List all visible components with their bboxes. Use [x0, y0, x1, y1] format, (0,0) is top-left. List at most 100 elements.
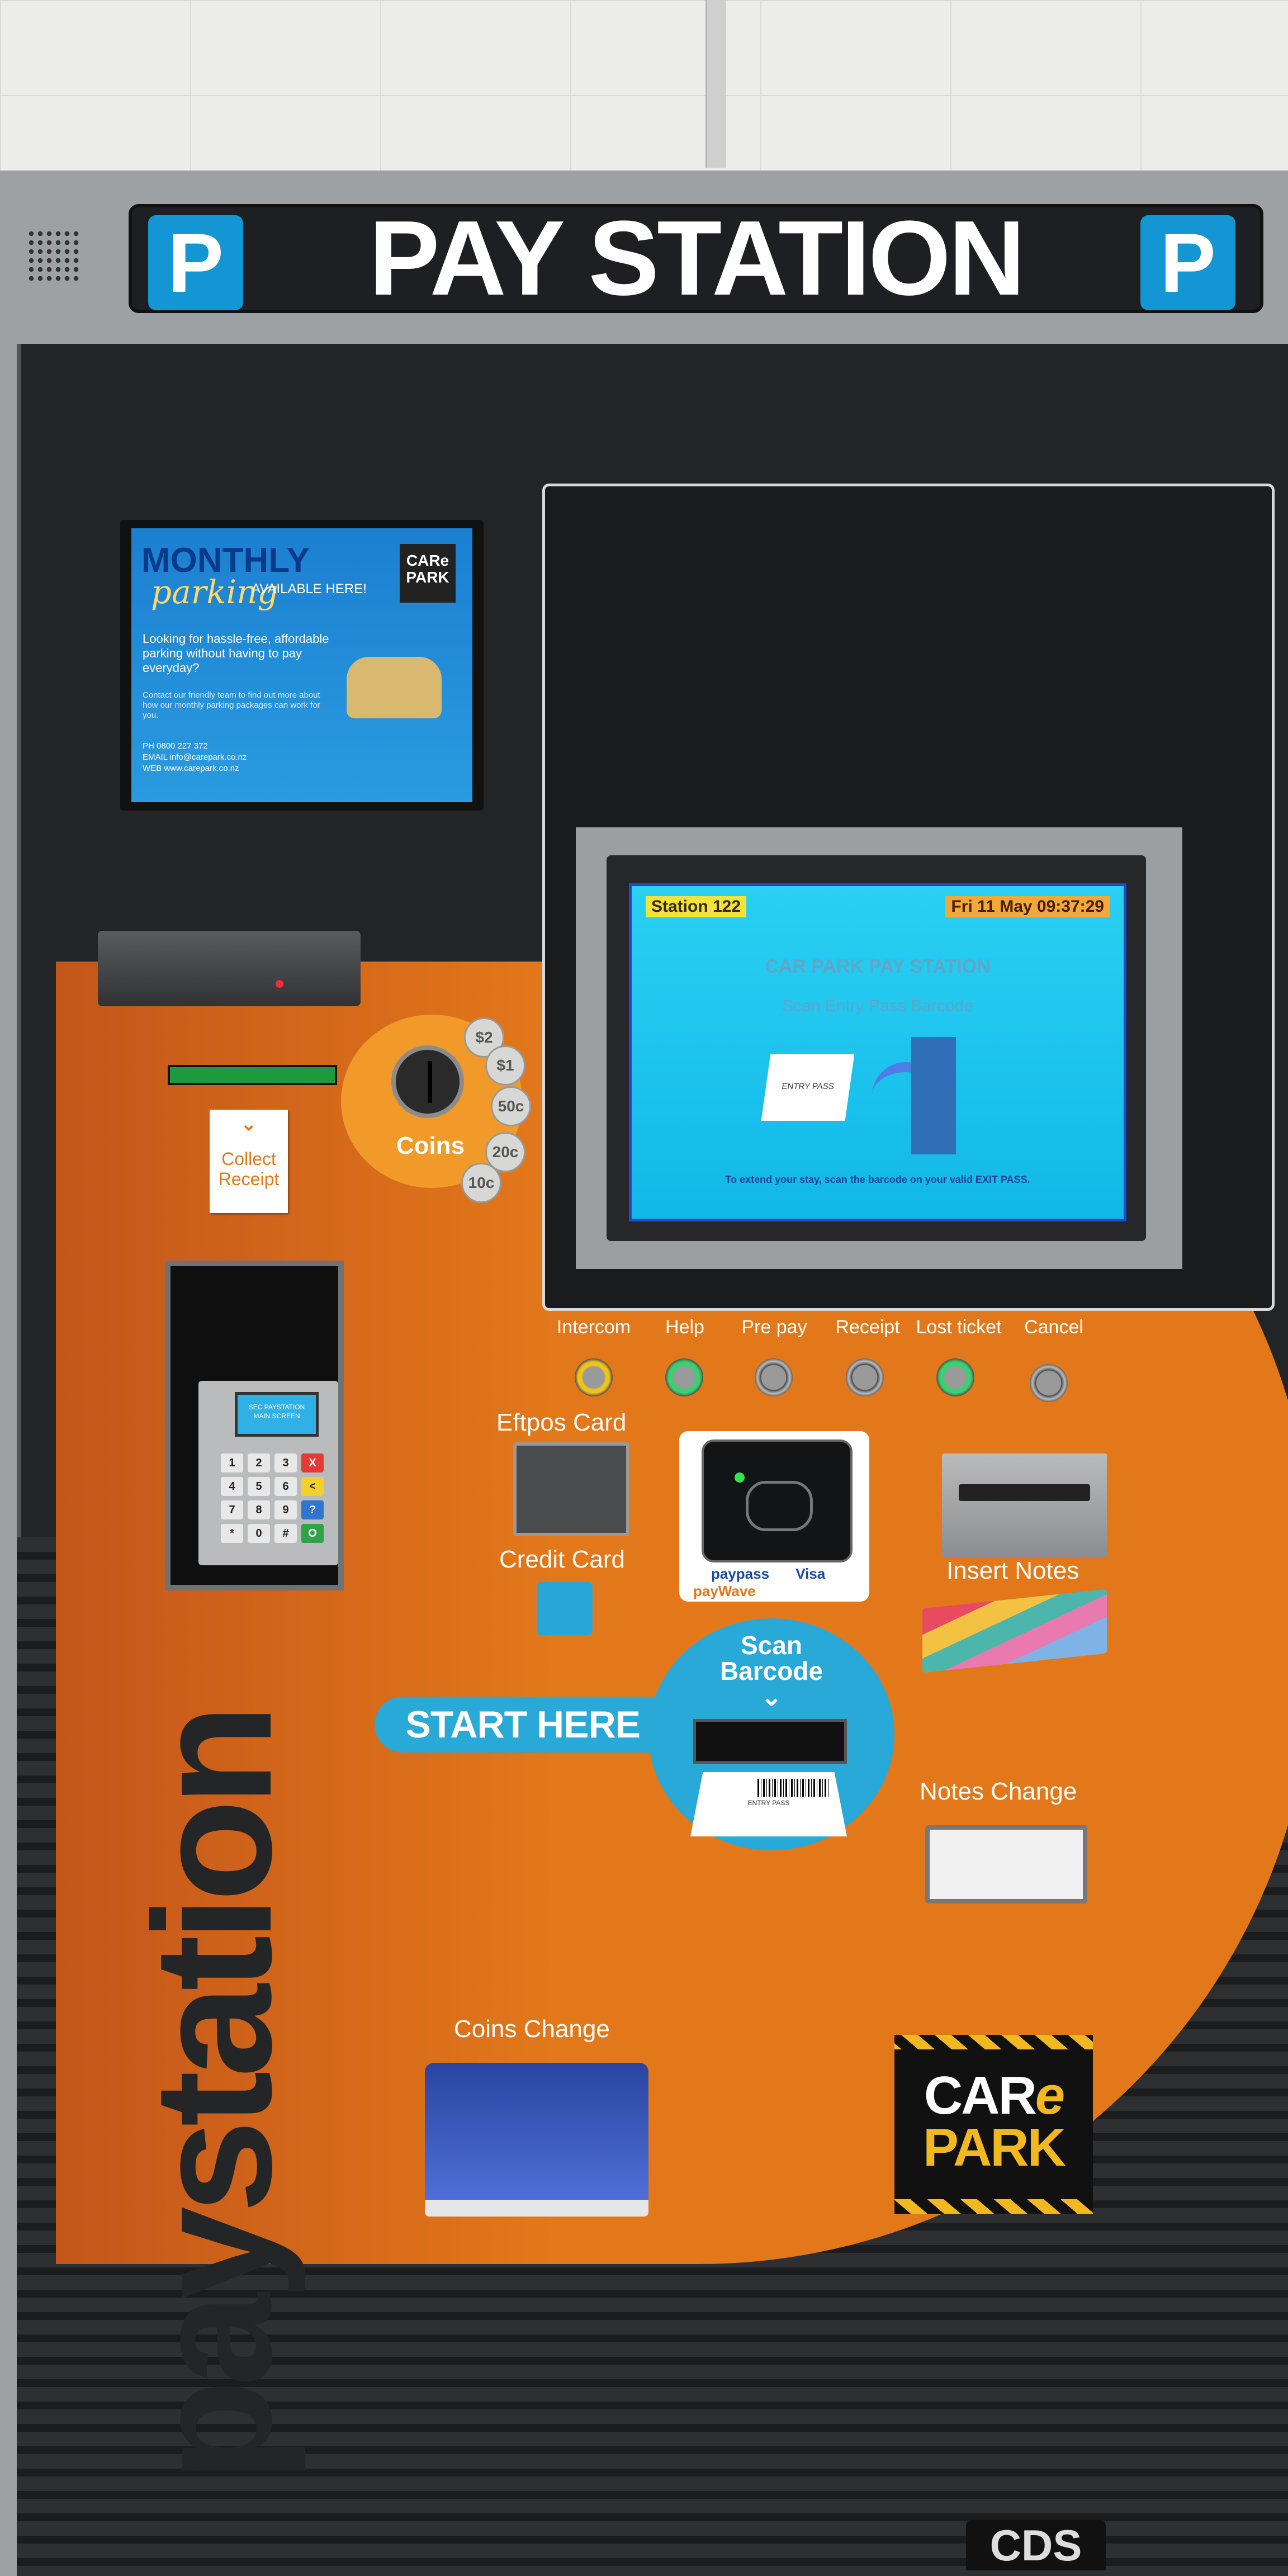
vertical-brand-text: paystation	[119, 1710, 306, 2482]
key-2[interactable]: 2	[248, 1453, 270, 1472]
paywave-logo: payWave	[693, 1583, 756, 1599]
key-help[interactable]: ?	[301, 1500, 324, 1519]
lost-ticket-button[interactable]	[936, 1358, 974, 1396]
barcode-scanner-slot[interactable]	[693, 1719, 847, 1764]
care-park-logo: CARe PARK	[894, 2035, 1093, 2214]
help-button[interactable]	[665, 1358, 703, 1396]
collect-receipt-line2: Receipt	[218, 1169, 280, 1189]
ad-screen: MONTHLY parking AVAILABLE HERE! CARe PAR…	[131, 528, 472, 802]
speaker-grille	[27, 229, 80, 282]
key-star[interactable]: *	[221, 1524, 243, 1543]
notes-change-label: Notes Change	[920, 1778, 1077, 1805]
visa-logo: Visa	[795, 1565, 826, 1582]
start-here-text: START HERE	[405, 1703, 641, 1746]
prepay-button[interactable]	[755, 1358, 793, 1396]
credit-card-label: Credit Card	[499, 1546, 625, 1573]
ad-logo-line1: CARe	[406, 552, 449, 569]
car-image	[347, 657, 442, 718]
pin-pad-screen: SEC PAYSTATION MAIN SCREEN	[235, 1392, 319, 1437]
barcode-icon	[757, 1779, 830, 1797]
eftpos-card-label: Eftpos Card	[496, 1409, 627, 1436]
card-insert-slot[interactable]	[513, 1442, 629, 1536]
coin-slot[interactable]	[391, 1045, 464, 1118]
scanner-illustration	[911, 1037, 956, 1154]
station-number: Station 122	[646, 896, 747, 917]
coins-change-tray[interactable]	[425, 2063, 648, 2217]
ad-logo-line2: PARK	[406, 569, 449, 586]
pin-pad-screen-line1: SEC PAYSTATION	[248, 1403, 305, 1411]
coin-1-dollar: $1	[485, 1045, 525, 1086]
terminal-led	[735, 1472, 745, 1483]
pin-pad-screen-line2: MAIN SCREEN	[253, 1412, 300, 1420]
note-acceptor[interactable]	[942, 1453, 1107, 1557]
key-0[interactable]: 0	[248, 1524, 270, 1543]
manufacturer-logo: CDS	[966, 2520, 1106, 2570]
ad-care-park-logo: CARe PARK	[400, 544, 456, 603]
screen-datetime: Fri 11 May 09:37:29	[945, 896, 1110, 917]
key-enter[interactable]: O	[301, 1524, 324, 1543]
cancel-label: Cancel	[1024, 1317, 1083, 1338]
ad-question: Looking for hassle-free, affordable park…	[143, 632, 329, 675]
screen-title: CAR PARK PAY STATION	[765, 956, 991, 977]
ticket-label: ENTRY PASS	[747, 1799, 790, 1807]
key-7[interactable]: 7	[221, 1500, 243, 1519]
key-cancel[interactable]: X	[301, 1453, 324, 1472]
paypass-logo: paypass	[711, 1565, 770, 1582]
chevron-down-icon: ⌄	[760, 1682, 783, 1711]
cancel-button[interactable]	[1030, 1364, 1068, 1402]
pin-pad[interactable]: SEC PAYSTATION MAIN SCREEN 1 2 3 X 4 5 6…	[198, 1381, 338, 1565]
care-text: CAR	[924, 2066, 1037, 2125]
scan-barcode-label: Scan Barcode ⌄	[648, 1632, 894, 1710]
receipt-button[interactable]	[846, 1358, 884, 1396]
care-e-text: e	[1035, 2066, 1065, 2125]
ad-available: AVAILABLE HERE!	[252, 581, 367, 596]
contactless-icon	[746, 1481, 813, 1531]
wall-pipe	[705, 0, 726, 168]
coin-50-cent: 50c	[491, 1086, 531, 1126]
main-screen[interactable]: Station 122 Fri 11 May 09:37:29 CAR PARK…	[629, 883, 1126, 1221]
receipt-slot	[168, 1065, 337, 1085]
care-park-logo-line1: CARe	[894, 2069, 1093, 2123]
insert-notes-label: Insert Notes	[946, 1557, 1079, 1584]
coins-change-label: Coins Change	[454, 2015, 610, 2043]
care-park-logo-line2: PARK	[923, 2118, 1066, 2177]
key-9[interactable]: 9	[274, 1500, 297, 1519]
start-here-banner: START HERE ›	[375, 1697, 693, 1753]
pay-station-header: P PAY STATION P	[129, 204, 1263, 313]
chevron-down-icon: ⌄	[240, 1114, 257, 1135]
screen-footer: To extend your stay, scan the barcode on…	[725, 1174, 1030, 1185]
key-4[interactable]: 4	[221, 1477, 243, 1496]
key-6[interactable]: 6	[274, 1477, 297, 1496]
collect-receipt-line1: Collect	[221, 1149, 276, 1169]
note-slot	[959, 1484, 1090, 1501]
ad-phone: PH 0800 227 372	[143, 741, 208, 751]
scan-label-line1: Scan	[741, 1631, 802, 1660]
intercom-button[interactable]	[575, 1358, 613, 1396]
reader-led	[276, 980, 283, 988]
header-title: PAY STATION	[368, 199, 1025, 318]
scan-label-line2: Barcode	[719, 1656, 823, 1685]
key-hash[interactable]: #	[274, 1524, 297, 1543]
parking-p-icon-right: P	[1140, 215, 1235, 310]
collect-receipt-label: ⌄ Collect Receipt	[210, 1110, 288, 1213]
key-8[interactable]: 8	[248, 1500, 270, 1519]
key-5[interactable]: 5	[248, 1477, 270, 1496]
coin-slot-opening	[428, 1061, 432, 1103]
ticket-illustration: ENTRY PASS	[690, 1772, 847, 1836]
card-insert-icon	[537, 1582, 593, 1635]
contactless-reader[interactable]	[702, 1439, 853, 1562]
ad-contact: PH 0800 227 372 EMAIL info@carepark.co.n…	[143, 741, 327, 774]
key-1[interactable]: 1	[221, 1453, 243, 1472]
entry-pass-illustration: ENTRY PASS	[761, 1054, 855, 1121]
ad-body: Contact our friendly team to find out mo…	[143, 690, 320, 720]
collect-receipt-text: Collect Receipt	[210, 1149, 288, 1189]
payment-logos: paypass Visa payWave	[689, 1565, 868, 1600]
ad-email: EMAIL info@carepark.co.nz	[143, 752, 247, 762]
ad-web: WEB www.carepark.co.nz	[143, 764, 239, 773]
key-3[interactable]: 3	[274, 1453, 297, 1472]
notes-change-tray[interactable]	[925, 1825, 1087, 1903]
key-clear[interactable]: <	[301, 1477, 324, 1496]
pin-pad-keys: 1 2 3 X 4 5 6 < 7 8 9 ? * 0 # O	[221, 1453, 327, 1543]
proximity-reader[interactable]	[98, 931, 361, 1006]
coin-10-cent: 10c	[461, 1163, 501, 1203]
